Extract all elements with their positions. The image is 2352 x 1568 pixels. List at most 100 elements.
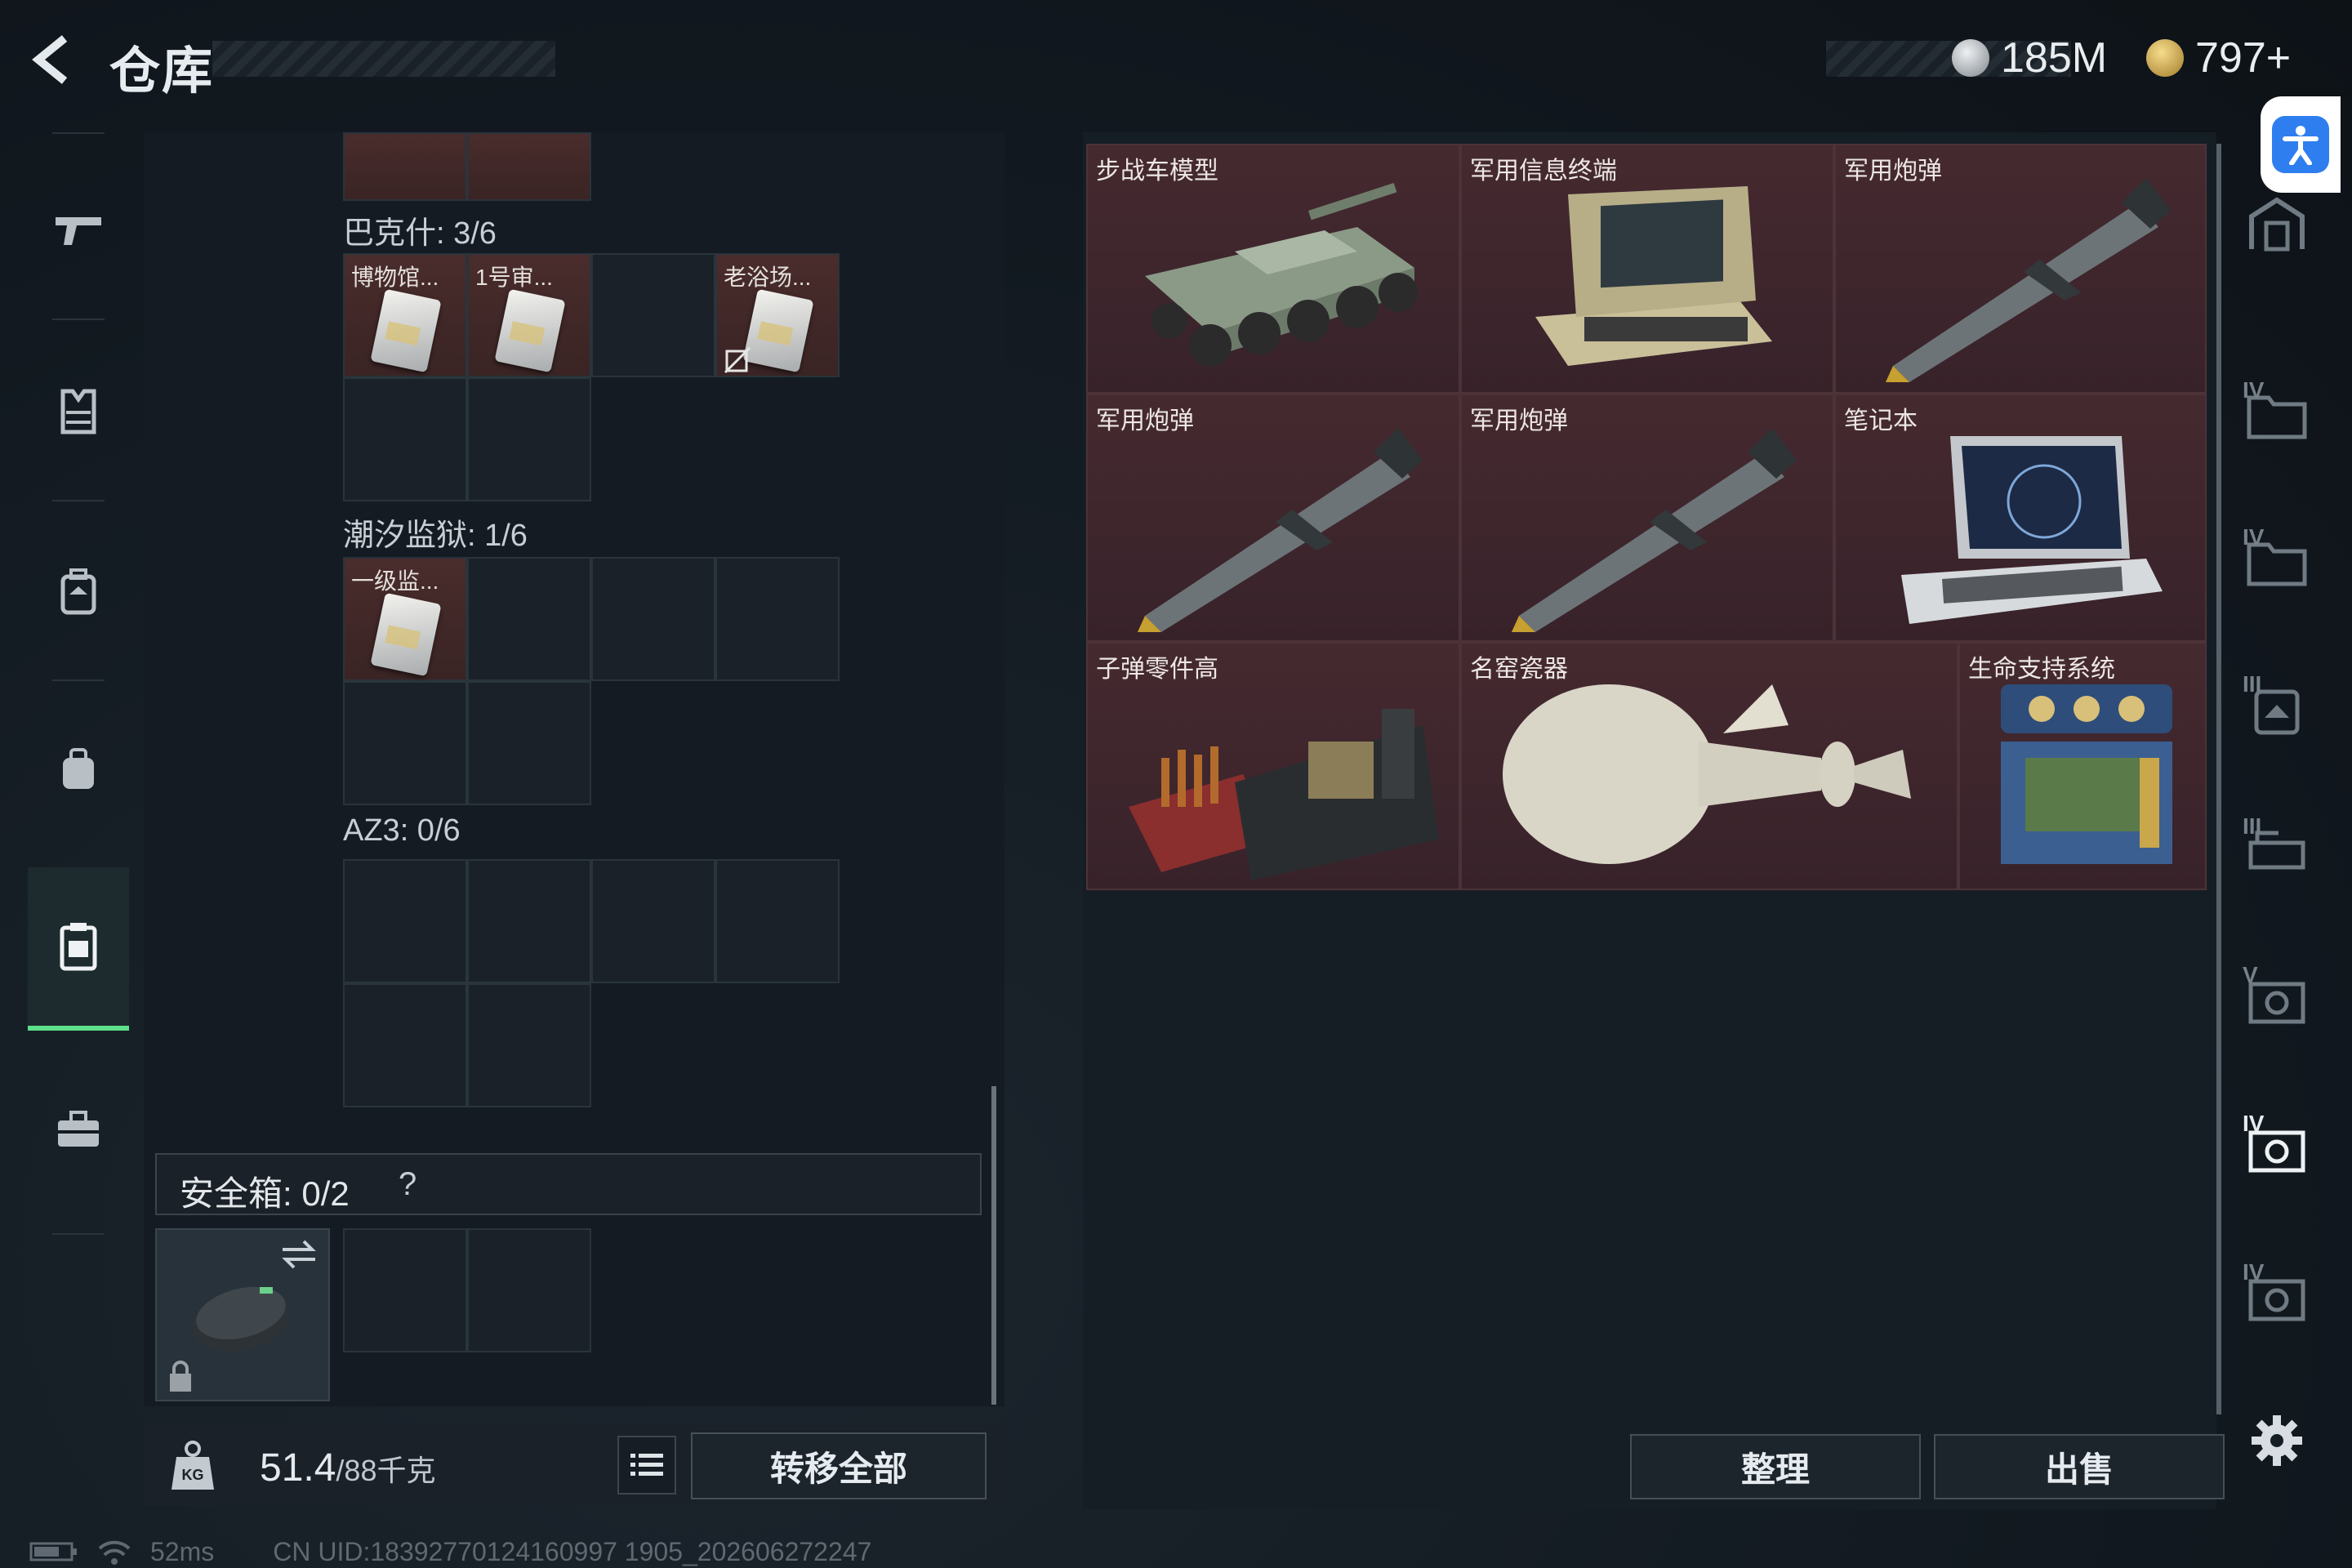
stash-home-icon: [2249, 197, 2305, 252]
keycard-icon: [494, 288, 566, 373]
container-label-tidal: 潮汐监狱: 1/6: [343, 519, 528, 553]
stash-item-shell[interactable]: 军用炮弹: [1834, 144, 2207, 394]
stash-item-laptop[interactable]: 笔记本: [1834, 394, 2207, 642]
stash-page-iv-b[interactable]: IV: [2238, 523, 2316, 601]
stash-page-iii-b[interactable]: III: [2238, 812, 2316, 890]
empty-slot[interactable]: [591, 859, 715, 983]
empty-slot[interactable]: [591, 557, 715, 681]
tier-label: V: [2243, 962, 2258, 987]
gold-coin-icon: [2146, 39, 2184, 77]
sort-button[interactable]: 整理: [1630, 1434, 1921, 1499]
armor-vest-icon: [60, 389, 96, 434]
container-item[interactable]: 1号审...: [467, 253, 591, 377]
stash-scrollbar[interactable]: [2216, 144, 2221, 1414]
stash-page-iv-active[interactable]: IV: [2238, 1109, 2316, 1187]
stash-page-iv-c[interactable]: IV: [2238, 1258, 2316, 1336]
container-item[interactable]: 老浴场...: [715, 253, 840, 377]
empty-slot[interactable]: [343, 377, 467, 501]
keycard-icon: [370, 592, 442, 677]
gear-icon: [2252, 1415, 2302, 1466]
currency-gold[interactable]: 797+: [2146, 31, 2291, 85]
stash-page-iii-a[interactable]: III: [2238, 670, 2316, 748]
item-label: 一级监...: [351, 568, 439, 594]
status-bar: 52ms CN UID:18392770124160997 1905_20260…: [29, 1535, 871, 1568]
stash-item-shell[interactable]: 军用炮弹: [1460, 394, 1834, 642]
tier-label: IV: [2243, 1111, 2265, 1136]
empty-slot[interactable]: [591, 253, 715, 377]
empty-slot[interactable]: [467, 557, 591, 681]
list-icon: [630, 1454, 663, 1476]
stash-page-iv-a[interactable]: IV: [2238, 376, 2316, 454]
nav-divider: [52, 500, 105, 501]
artillery-shell-icon: [1885, 178, 2171, 382]
empty-slot[interactable]: [467, 681, 591, 805]
container-item[interactable]: 一级监...: [343, 557, 467, 681]
container-label-bakshi: 巴克什: 3/6: [343, 216, 497, 251]
stash-item-ammo-parts[interactable]: 子弹零件高: [1086, 642, 1460, 890]
stash-item-info-terminal[interactable]: 军用信息终端: [1460, 144, 1834, 394]
transfer-all-button[interactable]: 转移全部: [691, 1432, 987, 1499]
empty-slot[interactable]: [715, 557, 840, 681]
container-scrollbar[interactable]: [991, 1086, 996, 1405]
empty-slot[interactable]: [343, 983, 467, 1107]
uid-text: CN UID:18392770124160997 1905_2026062722…: [273, 1536, 872, 1566]
empty-slot[interactable]: [467, 859, 591, 983]
weight-kg-icon: KG: [172, 1441, 214, 1490]
empty-slot[interactable]: [715, 859, 840, 983]
accessibility-icon: [2272, 116, 2329, 173]
nav-armor[interactable]: [28, 330, 129, 493]
stash-page-v[interactable]: V: [2238, 960, 2316, 1039]
item-slot[interactable]: [467, 132, 591, 201]
safe-container-icon: [60, 923, 97, 971]
container-item[interactable]: 博物馆...: [343, 253, 467, 377]
safebox-label: 安全箱: 0/2: [180, 1174, 350, 1213]
svg-text:KG: KG: [182, 1467, 204, 1483]
porcelain-vase-icon: [1503, 684, 1911, 864]
gun-icon: [56, 217, 101, 245]
safebox-empty-slot[interactable]: [467, 1228, 591, 1352]
empty-slot[interactable]: [467, 377, 591, 501]
rig-pouch-icon: [63, 748, 94, 789]
nav-backpack[interactable]: [28, 510, 129, 673]
currency-gold-value: 797+: [2195, 34, 2292, 82]
accessibility-button[interactable]: [2261, 96, 2341, 193]
wifi-icon: [98, 1540, 131, 1565]
tier-label: III: [2243, 813, 2262, 839]
safebox-help-button[interactable]: ?: [399, 1166, 416, 1203]
empty-slot[interactable]: [343, 859, 467, 983]
safebox-empty-slot[interactable]: [343, 1228, 467, 1352]
back-button[interactable]: [24, 31, 82, 88]
item-label: 老浴场...: [724, 265, 812, 290]
tier-label: IV: [2243, 1259, 2265, 1285]
swap-icon: [282, 1240, 316, 1269]
life-support-icon: [2001, 684, 2172, 864]
tier-label: III: [2243, 671, 2262, 697]
nav-rig[interactable]: [28, 688, 129, 851]
safebox-item[interactable]: [155, 1228, 330, 1401]
nav-weapons[interactable]: [28, 149, 129, 312]
artillery-shell-icon: [1137, 428, 1423, 632]
item-slot[interactable]: [343, 132, 467, 201]
nav-toolbox[interactable]: [28, 1049, 129, 1212]
stash-item-shell[interactable]: 军用炮弹: [1086, 394, 1460, 642]
tier-label: IV: [2243, 524, 2265, 550]
settings-button[interactable]: [2238, 1401, 2316, 1480]
currency-silver-value: 185M: [2001, 34, 2108, 82]
list-view-button[interactable]: [617, 1436, 676, 1494]
stash-item-porcelain[interactable]: 名窑瓷器: [1460, 642, 1958, 890]
artillery-shell-icon: [1511, 428, 1797, 632]
stash-page-all[interactable]: [2238, 185, 2316, 263]
empty-slot[interactable]: [343, 681, 467, 805]
safebox-header: 安全箱: 0/2 ?: [155, 1153, 982, 1215]
lock-icon: [170, 1361, 191, 1392]
stash-item-ifv-model[interactable]: 步战车模型: [1086, 144, 1460, 394]
header-decor-stripe: [212, 41, 555, 77]
weight-text: 51.4/88千克: [260, 1446, 435, 1490]
nav-containers[interactable]: [28, 867, 129, 1031]
empty-slot[interactable]: [467, 983, 591, 1107]
sell-button[interactable]: 出售: [1934, 1434, 2225, 1499]
broken-card-icon: [724, 346, 751, 374]
keycard-icon: [370, 288, 442, 373]
stash-item-life-support[interactable]: 生命支持系统: [1958, 642, 2207, 890]
weight-value: 51.4: [260, 1446, 336, 1490]
